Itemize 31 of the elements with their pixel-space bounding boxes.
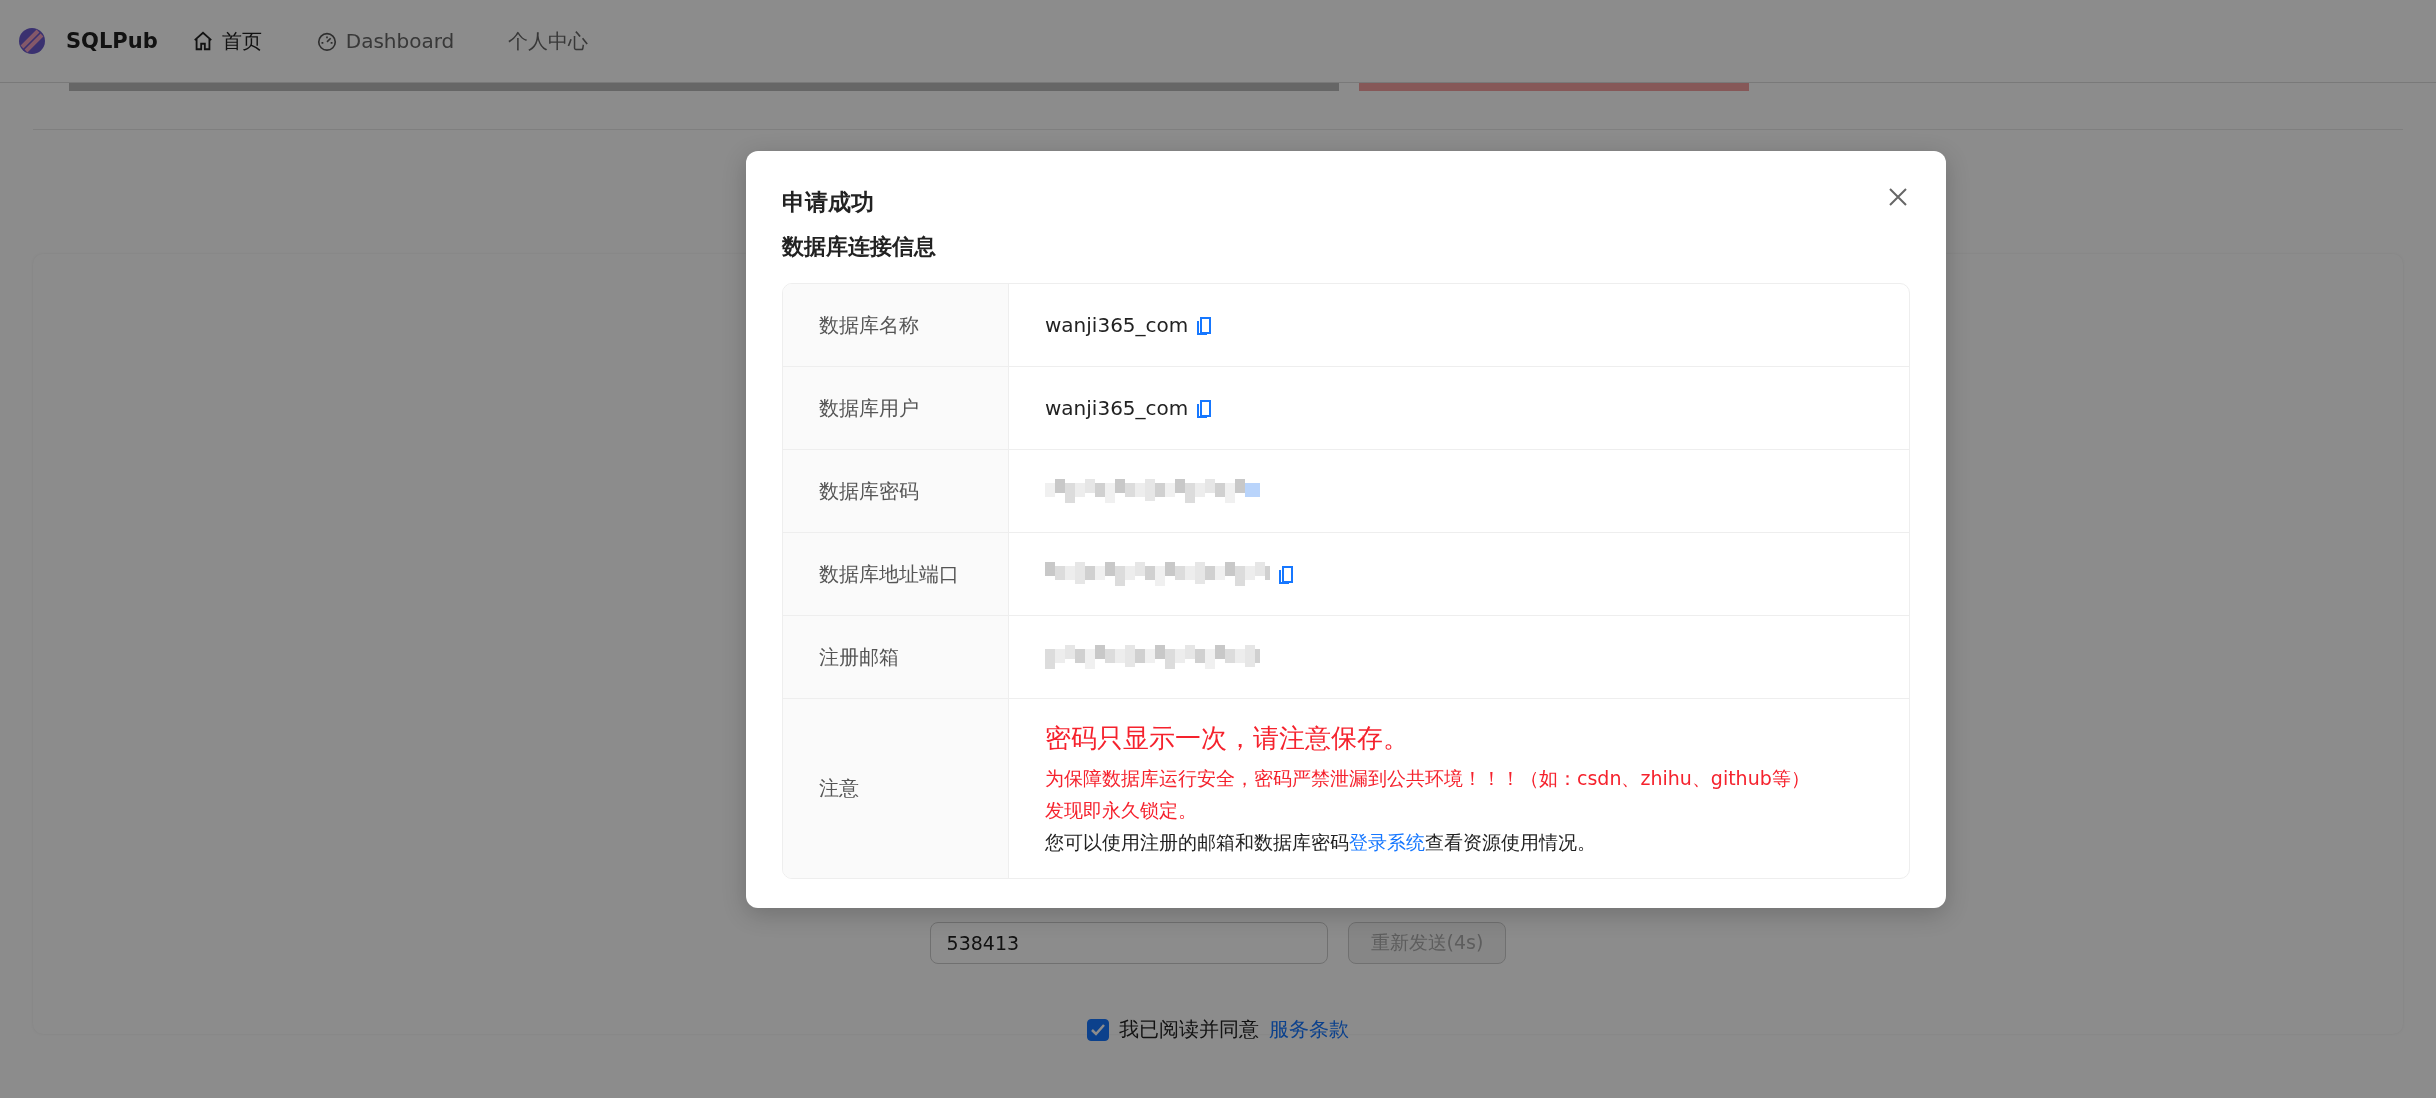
- nav-tab[interactable]: Dashboard: [315, 29, 455, 53]
- section-heading: 数据库连接信息: [782, 233, 936, 261]
- warning-text: 发现即永久锁定。: [1045, 798, 1197, 823]
- modal-title: 申请成功: [782, 188, 874, 217]
- copy-icon[interactable]: [1278, 564, 1294, 584]
- field-value: wanji365_com: [1045, 313, 1189, 337]
- logo-icon[interactable]: [18, 27, 46, 55]
- field-label: 数据库用户: [819, 394, 919, 422]
- check-icon: [1091, 1023, 1105, 1036]
- brand-name[interactable]: SQLPub: [66, 29, 158, 53]
- warning-text: 为保障数据库运行安全，密码严禁泄漏到公共环境！！！（如：csdn、zhihu、github等）: [1045, 766, 1810, 791]
- home-icon: [191, 30, 214, 52]
- field-label: 注意: [819, 775, 859, 802]
- terms-link[interactable]: 服务条款: [1269, 1016, 1349, 1043]
- copy-icon[interactable]: [1196, 398, 1213, 418]
- code-field[interactable]: 538413: [929, 922, 1328, 964]
- gauge-icon: [315, 30, 338, 52]
- field-label: 数据库密码: [819, 477, 919, 505]
- checkbox[interactable]: [1087, 1018, 1109, 1041]
- agreement-label: 我已阅读并同意: [1119, 1016, 1259, 1043]
- nav-tab[interactable]: 个人中心: [508, 27, 589, 55]
- field-value: wanji365_com: [1045, 396, 1189, 420]
- copy-icon[interactable]: [1196, 315, 1213, 335]
- field-label: 注册邮箱: [819, 643, 899, 671]
- info-text: 您可以使用注册的邮箱和数据库密码登录系统查看资源使用情况。: [1045, 830, 1596, 855]
- nav-tab[interactable]: 首页: [191, 27, 262, 55]
- field-label: 数据库地址端口: [819, 560, 959, 588]
- field-label: 数据库名称: [819, 311, 919, 339]
- close-icon: [1888, 187, 1908, 207]
- login-link[interactable]: 登录系统: [1349, 831, 1425, 853]
- warning-heading: 密码只显示一次，请注意保存。: [1045, 722, 1409, 755]
